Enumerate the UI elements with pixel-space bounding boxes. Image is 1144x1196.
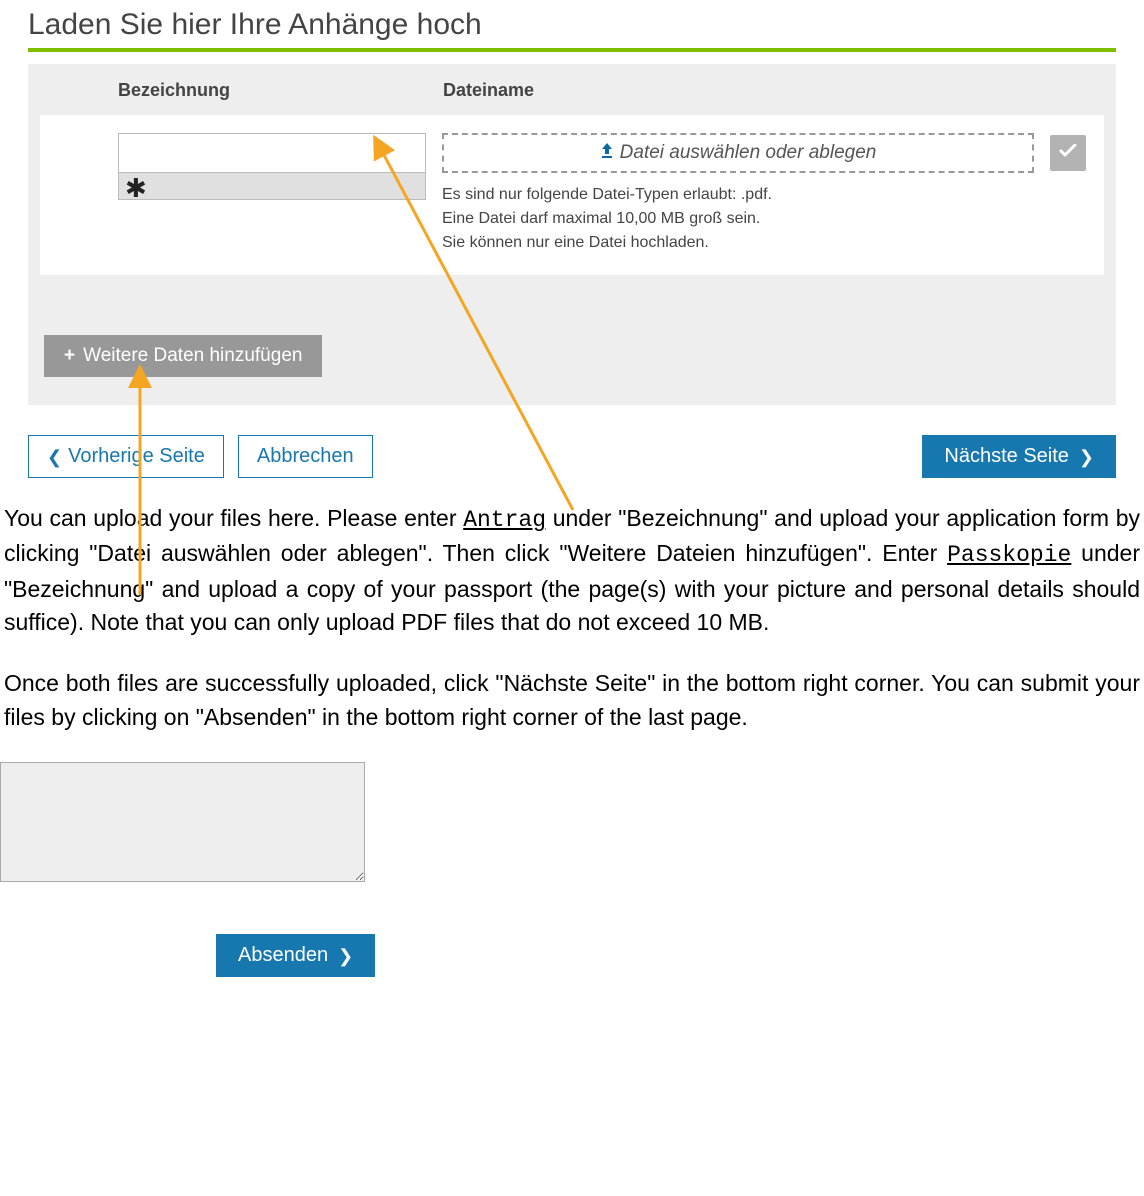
upload-form-section: Laden Sie hier Ihre Anhänge hoch Bezeich…	[28, 0, 1116, 478]
chevron-left-icon: ❮	[47, 448, 62, 466]
plus-icon: +	[64, 345, 75, 367]
bezeichnung-input[interactable]	[118, 133, 426, 173]
instructions-block: You can upload your files here. Please e…	[0, 502, 1144, 734]
file-hints: Es sind nur folgende Datei-Typen erlaubt…	[442, 183, 1034, 255]
confirm-row-button[interactable]	[1050, 135, 1086, 171]
cancel-button[interactable]: Abbrechen	[238, 435, 373, 478]
form-heading: Laden Sie hier Ihre Anhänge hoch	[28, 0, 1116, 42]
comment-textarea[interactable]	[0, 762, 365, 882]
column-header-row: Bezeichnung Dateiname	[28, 64, 1116, 115]
prev-page-button[interactable]: ❮ Vorherige Seite	[28, 435, 224, 478]
term-passkopie: Passkopie	[947, 542, 1071, 568]
next-page-button[interactable]: Nächste Seite ❯	[922, 435, 1116, 478]
check-icon	[1059, 144, 1077, 163]
instructions-paragraph-1: You can upload your files here. Please e…	[4, 502, 1140, 639]
chevron-right-icon: ❯	[338, 947, 353, 965]
instructions-paragraph-2: Once both files are successfully uploade…	[4, 667, 1140, 734]
term-antrag: Antrag	[463, 507, 546, 533]
required-indicator: ✱	[118, 172, 426, 200]
file-dropzone[interactable]: Datei auswählen oder ablegen	[442, 133, 1034, 173]
column-header-dateiname: Dateiname	[443, 80, 534, 101]
column-header-bezeichnung: Bezeichnung	[118, 80, 443, 101]
add-more-button[interactable]: + Weitere Daten hinzufügen	[44, 335, 322, 377]
upload-row: ✱ Datei auswählen oder ablegen Es sind n…	[40, 115, 1104, 275]
chevron-right-icon: ❯	[1079, 448, 1094, 466]
upload-icon	[600, 142, 614, 164]
dropzone-label: Datei auswählen oder ablegen	[620, 142, 877, 164]
accent-rule	[28, 48, 1116, 52]
submit-button[interactable]: Absenden ❯	[216, 934, 375, 977]
